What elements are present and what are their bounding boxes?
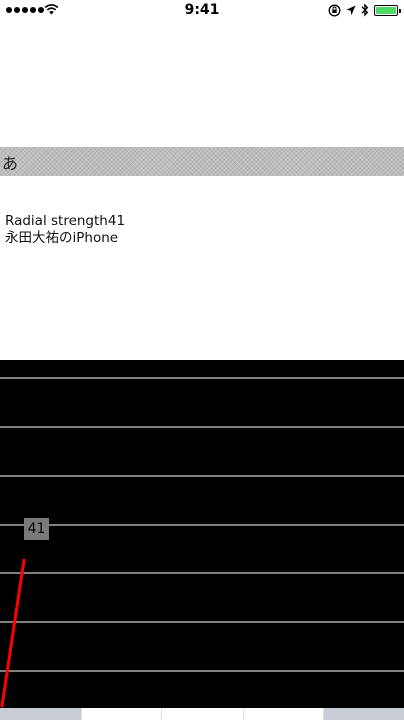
status-bar: 9:41 <box>0 0 404 22</box>
strength-graph: 41 <box>0 360 404 708</box>
bottom-segment <box>243 708 323 720</box>
radial-strength-label: Radial strength41 <box>5 213 126 229</box>
text-input-field[interactable]: あ <box>0 147 404 176</box>
bottom-segment <box>161 708 243 720</box>
bottom-segment <box>323 708 404 720</box>
bottom-segment <box>0 708 81 720</box>
bottom-segment <box>81 708 161 720</box>
battery-icon <box>374 4 401 16</box>
graph-canvas <box>0 377 404 708</box>
location-icon <box>346 5 356 15</box>
status-icons <box>328 3 401 17</box>
bottom-strip <box>0 708 404 720</box>
strength-line <box>0 558 26 708</box>
input-value: あ <box>2 154 19 173</box>
info-panel: Radial strength41 永田大祐のiPhone <box>5 213 125 247</box>
orientation-lock-icon <box>328 4 341 16</box>
app-screen: 9:41 あ Radial strength41 永田大祐のiPhone 41 <box>0 0 404 720</box>
device-name-label: 永田大祐のiPhone <box>5 230 119 246</box>
bluetooth-icon <box>361 3 369 17</box>
strength-value-label: 41 <box>24 518 49 540</box>
